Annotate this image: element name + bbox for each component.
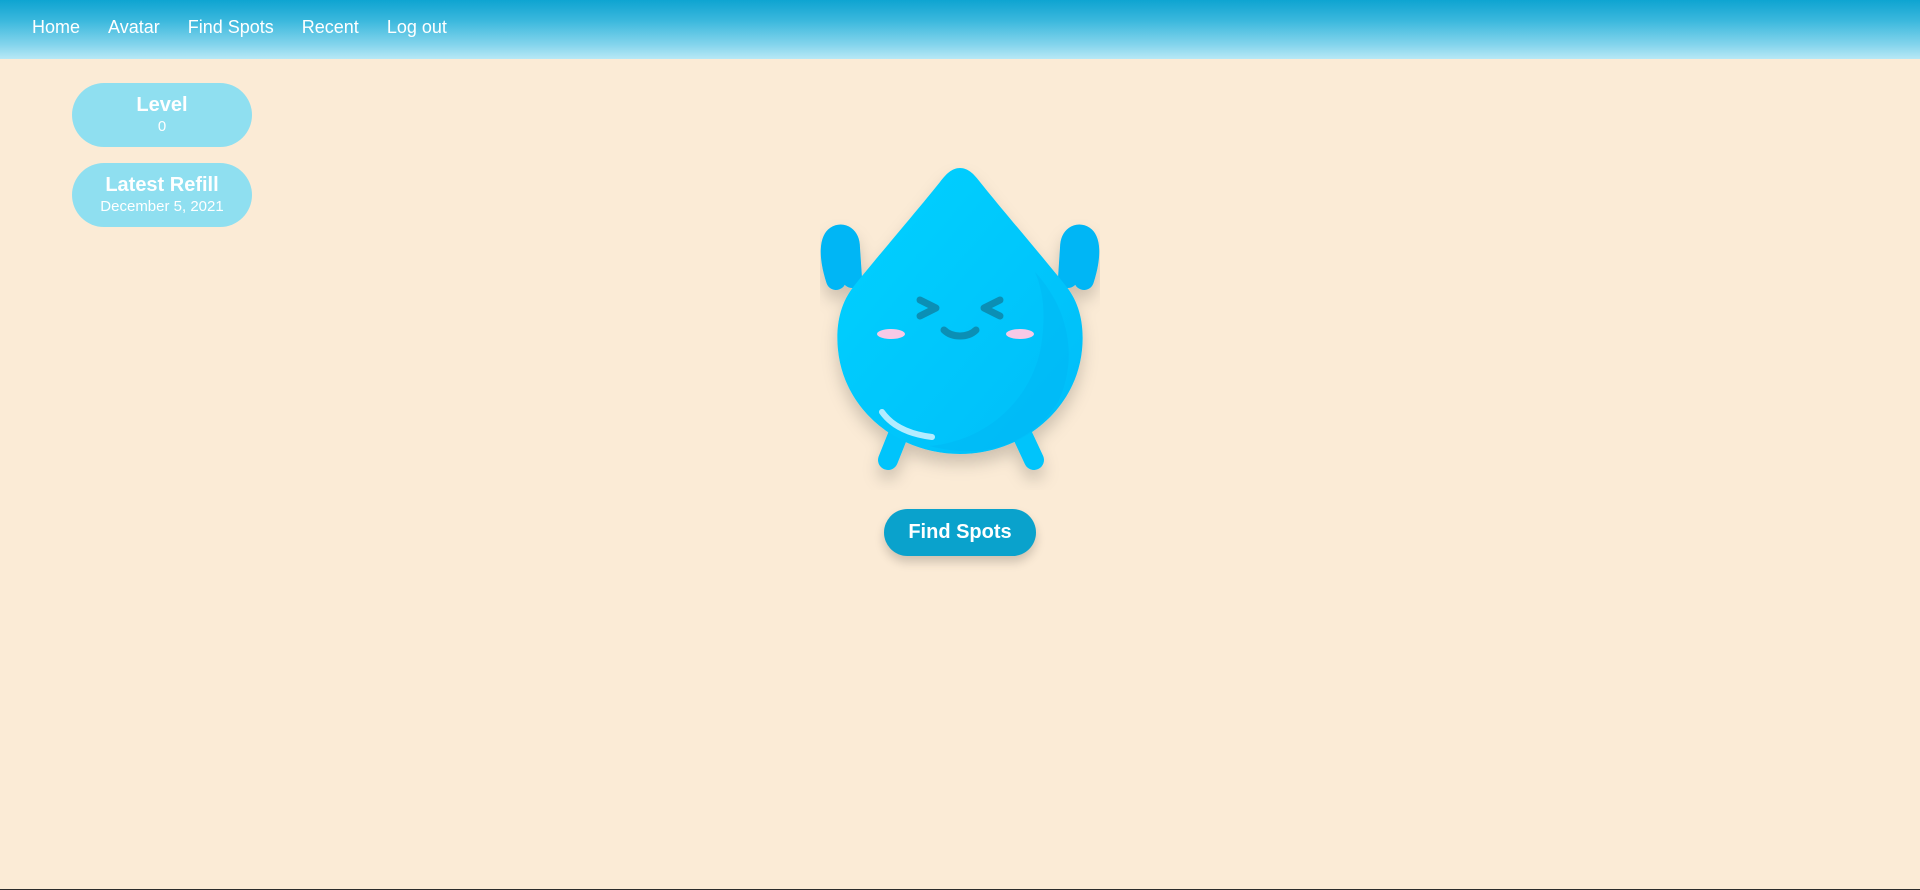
- latest-refill-label: Latest Refill: [105, 174, 219, 196]
- top-navigation-bar: Home Avatar Find Spots Recent Log out: [0, 0, 1920, 59]
- latest-refill-badge: Latest Refill December 5, 2021: [72, 163, 252, 227]
- latest-refill-date: December 5, 2021: [100, 198, 224, 215]
- find-spots-button[interactable]: Find Spots: [884, 509, 1036, 556]
- level-label: Level: [136, 94, 188, 116]
- nav-link-recent[interactable]: Recent: [302, 17, 359, 38]
- nav-link-home[interactable]: Home: [32, 17, 80, 38]
- nav-link-find-spots[interactable]: Find Spots: [188, 17, 274, 38]
- nav-link-log-out[interactable]: Log out: [387, 17, 447, 38]
- level-value: 0: [157, 118, 167, 135]
- level-badge: Level 0: [72, 83, 252, 147]
- water-droplet-mascot-icon: [820, 160, 1100, 490]
- nav-link-avatar[interactable]: Avatar: [108, 17, 160, 38]
